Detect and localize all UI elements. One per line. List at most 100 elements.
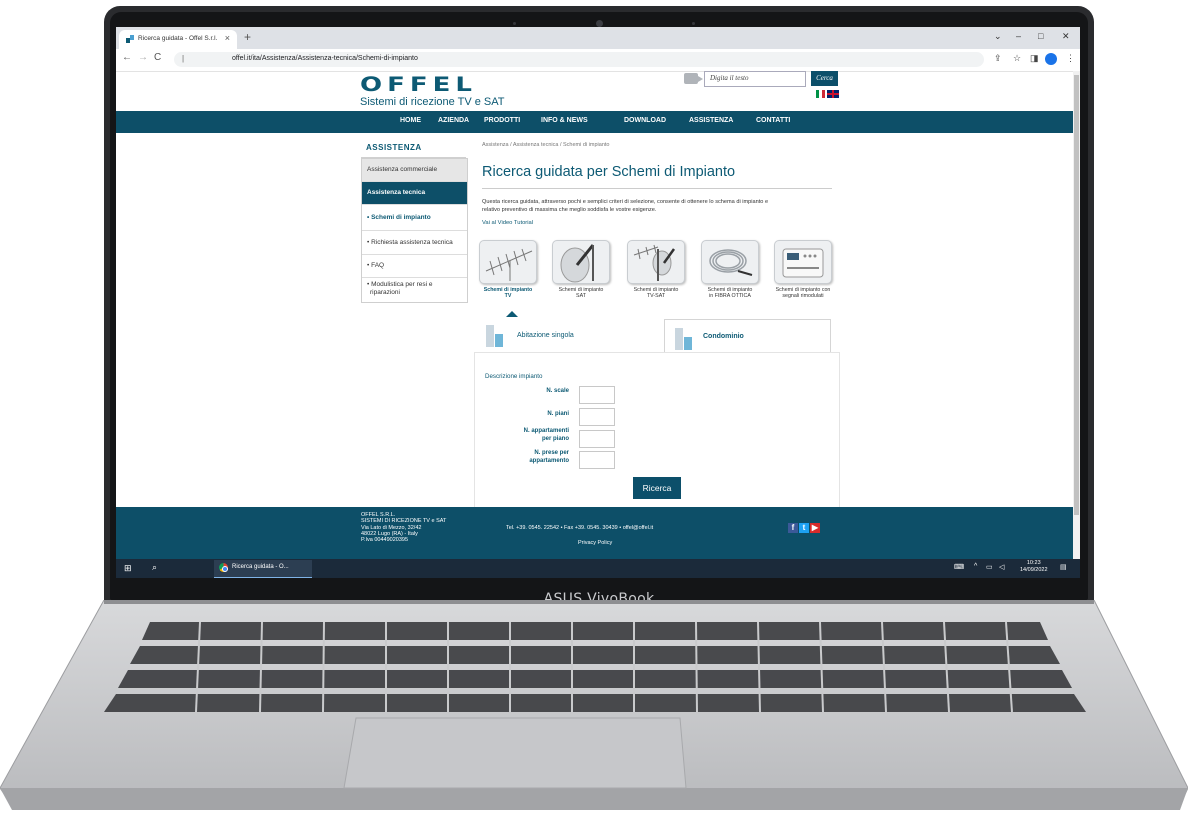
windows-start-icon[interactable]: ⊞: [124, 563, 132, 574]
side-panel-icon[interactable]: ◨: [1030, 53, 1039, 64]
divider: [482, 188, 832, 189]
menu-dots-icon[interactable]: ⋮: [1066, 53, 1075, 64]
intro-line-1: Questa ricerca guidata, attraverso pochi…: [482, 199, 769, 205]
condo-building-icon: [675, 328, 693, 350]
footer-address: OFFEL S.R.L. SISTEMI DI RICEZIONE TV e S…: [361, 512, 447, 544]
category-tv[interactable]: Schemi di impianto TV: [477, 240, 539, 299]
sidebar-item-modulistica[interactable]: • Modulistica per resi e riparazioni: [362, 278, 467, 302]
category-sat[interactable]: Schemi di impianto SAT: [550, 240, 612, 299]
category-tv-sat-label: Schemi di impianto TV-SAT: [633, 287, 679, 299]
category-fibra-ottica[interactable]: Schemi di impianto in FIBRA OTTICA: [699, 240, 761, 299]
input-n-piani[interactable]: [579, 408, 615, 426]
taskbar-clock[interactable]: 10:23 14/09/2022: [1020, 560, 1048, 574]
footer-contacts: Tel. +39. 0545. 22542 • Fax +39. 0545. 3…: [506, 525, 654, 531]
browser-toolbar: ← → C | offel.it/ita/Assistenza/Assisten…: [116, 49, 1080, 72]
satellite-dish-icon: [552, 240, 610, 284]
tab-abitazione-singola[interactable]: Abitazione singola: [484, 325, 654, 352]
volume-icon[interactable]: ◁: [999, 563, 1004, 571]
nav-assistenza[interactable]: ASSISTENZA: [689, 117, 733, 124]
nav-home[interactable]: HOME: [400, 117, 421, 124]
nav-info-news[interactable]: INFO & NEWS: [541, 117, 588, 124]
lock-icon[interactable]: |: [182, 54, 184, 63]
profile-avatar[interactable]: [1045, 53, 1057, 65]
minimize-button[interactable]: –: [1016, 31, 1021, 41]
plant-description-form: Descrizione impianto N. scale N. piani N…: [474, 352, 840, 508]
nav-contatti[interactable]: CONTATTI: [756, 117, 790, 124]
search-icon[interactable]: ⌕: [152, 562, 157, 573]
keyboard-icon[interactable]: ⌨: [954, 563, 964, 571]
nav-azienda[interactable]: AZIENDA: [438, 117, 469, 124]
chrome-icon: [219, 563, 228, 572]
reload-icon[interactable]: C: [154, 52, 161, 63]
video-tutorial-link[interactable]: Vai al Video Tutorial: [482, 220, 533, 226]
facebook-icon[interactable]: f: [788, 523, 798, 533]
page-scrollbar[interactable]: [1073, 71, 1080, 559]
tab-close-icon[interactable]: ×: [225, 33, 230, 43]
sensor-dot: [692, 22, 695, 25]
bookmark-star-icon[interactable]: ☆: [1013, 53, 1021, 64]
sidebar-item-richiesta-assistenza[interactable]: • Richiesta assistenza tecnica: [362, 231, 467, 255]
italian-flag-icon[interactable]: [816, 90, 825, 98]
new-tab-button[interactable]: +: [244, 30, 251, 44]
sidebar-item-assistenza-tecnica[interactable]: Assistenza tecnica: [362, 182, 467, 205]
input-n-scale[interactable]: [579, 386, 615, 404]
input-n-appartamenti[interactable]: [579, 430, 615, 448]
intro-line-2: relativo preventivo di massima che megli…: [482, 207, 657, 213]
nav-prodotti[interactable]: PRODOTTI: [484, 117, 520, 124]
site-search-button[interactable]: Cerca: [811, 71, 838, 86]
modulator-device-icon: [774, 240, 832, 284]
sidebar-item-faq[interactable]: • FAQ: [362, 255, 467, 278]
address-bar[interactable]: | offel.it/ita/Assistenza/Assistenza-tec…: [174, 52, 984, 67]
url-text: offel.it/ita/Assistenza/Assistenza-tecni…: [232, 55, 418, 62]
site-logo[interactable]: OFFEL Sistemi di ricezione TV e SAT: [360, 75, 504, 108]
label-n-scale: N. scale: [546, 388, 569, 394]
uk-flag-icon[interactable]: [827, 90, 839, 98]
sidebar-menu: Assistenza commerciale Assistenza tecnic…: [361, 158, 468, 303]
windows-taskbar: ⊞ ⌕ Ricerca guidata - O... ⌨ ^ ▭ ◁ 10:23…: [116, 559, 1080, 578]
tab-condominio[interactable]: Condominio: [664, 319, 831, 353]
share-icon[interactable]: ⇪: [994, 53, 1002, 64]
taskbar-app-label: Ricerca guidata - O...: [232, 564, 289, 570]
logo-subtitle: Sistemi di ricezione TV e SAT: [360, 96, 505, 108]
tab-search-icon[interactable]: ⌄: [994, 31, 1002, 42]
maximize-button[interactable]: □: [1038, 31, 1043, 41]
laptop-base: [0, 600, 1188, 817]
notifications-icon[interactable]: ▤: [1060, 563, 1067, 571]
building-type-tabs: Abitazione singola Condominio: [474, 319, 838, 353]
tab-condominio-label: Condominio: [703, 333, 744, 340]
webcam-icon: [596, 20, 603, 27]
site-search-input[interactable]: Digita il testo: [704, 71, 806, 87]
browser-tab-bar: Ricerca guidata - Offel S.r.l. × + ⌄ – □…: [116, 27, 1080, 49]
intro-text: Questa ricerca guidata, attraverso pochi…: [482, 198, 838, 214]
twitter-icon[interactable]: t: [799, 523, 809, 533]
sidebar-item-schemi-di-impianto[interactable]: • Schemi di impianto: [362, 205, 467, 231]
input-n-prese[interactable]: [579, 451, 615, 469]
search-placeholder: Digita il testo: [710, 74, 749, 82]
taskbar-chrome-app[interactable]: Ricerca guidata - O...: [214, 560, 312, 578]
browser-tab[interactable]: Ricerca guidata - Offel S.r.l. ×: [119, 30, 237, 49]
form-legend: Descrizione impianto: [485, 373, 543, 380]
logo-wordmark: OFFEL: [360, 73, 477, 96]
selected-category-arrow-icon: [506, 311, 518, 317]
main-navigation: HOME AZIENDA PRODOTTI INFO & NEWS DOWNLO…: [116, 111, 1080, 133]
back-icon[interactable]: ←: [122, 52, 132, 63]
sensor-dot: [513, 22, 516, 25]
house-building-icon: [486, 325, 504, 347]
breadcrumb: Assistenza / Assistenza tecnica / Schemi…: [482, 142, 610, 148]
network-icon[interactable]: ▭: [986, 563, 993, 571]
scrollbar-thumb[interactable]: [1074, 75, 1079, 515]
privacy-policy-link[interactable]: Privacy Policy: [578, 540, 612, 546]
close-window-button[interactable]: ✕: [1062, 31, 1070, 42]
category-sat-label: Schemi di impianto SAT: [558, 287, 604, 299]
site-footer: OFFEL S.R.L. SISTEMI DI RICEZIONE TV e S…: [116, 507, 1080, 559]
nav-download[interactable]: DOWNLOAD: [624, 117, 666, 124]
tray-chevron-icon[interactable]: ^: [974, 563, 977, 570]
sidebar-item-assistenza-commerciale[interactable]: Assistenza commerciale: [362, 159, 467, 182]
ricerca-button[interactable]: Ricerca: [633, 477, 681, 499]
youtube-icon[interactable]: ▶: [810, 523, 820, 533]
label-n-piani: N. piani: [547, 411, 569, 417]
forward-icon[interactable]: →: [138, 52, 148, 63]
category-tv-sat[interactable]: Schemi di impianto TV-SAT: [625, 240, 687, 299]
category-segnali-rimodulati[interactable]: Schemi di impianto con segnali rimodulati: [772, 240, 834, 299]
label-n-appartamenti: N. appartamenti per piano: [523, 428, 569, 442]
